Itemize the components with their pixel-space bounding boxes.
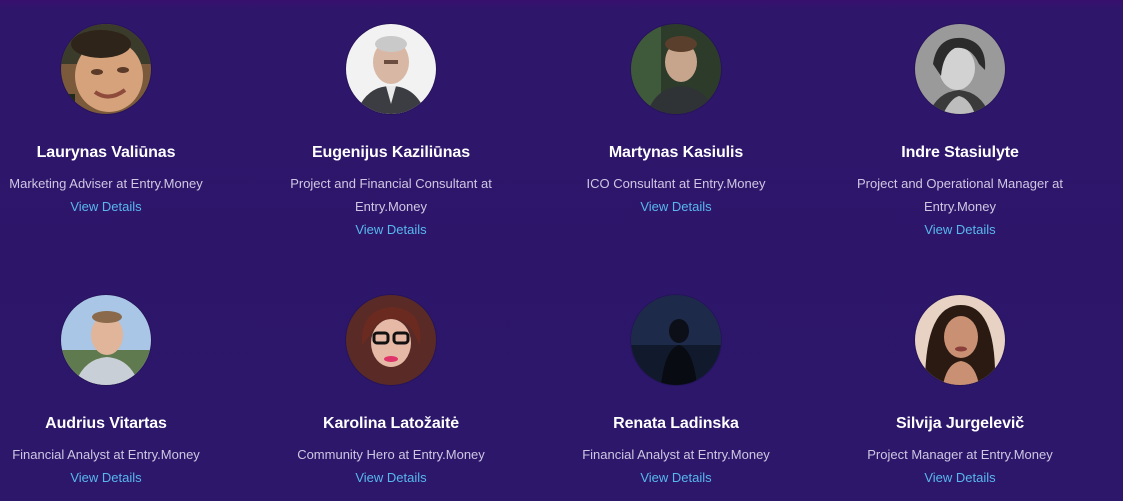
member-name: Silvija Jurgelevič xyxy=(895,415,1025,432)
member-name: Audrius Vitartas xyxy=(45,415,167,432)
team-member-card: Karolina Latožaitė Community Hero at Ent… xyxy=(251,295,531,489)
member-role: ICO Consultant at Entry.Money xyxy=(586,176,766,191)
member-role: Financial Analyst at Entry.Money xyxy=(582,447,770,462)
team-section: Laurynas Valiūnas Marketing Adviser at E… xyxy=(0,0,1123,501)
view-details-link[interactable]: View Details xyxy=(640,195,711,218)
avatar xyxy=(631,295,721,385)
avatar xyxy=(61,24,151,114)
member-role: Project and Operational Manager at Entry… xyxy=(857,176,1063,214)
member-name: Eugenijus Kaziliūnas xyxy=(311,144,471,161)
team-member-card: Eugenijus Kaziliūnas Project and Financi… xyxy=(251,24,531,241)
view-details-link[interactable]: View Details xyxy=(924,466,995,489)
avatar xyxy=(915,24,1005,114)
view-details-link[interactable]: View Details xyxy=(70,195,141,218)
avatar xyxy=(915,295,1005,385)
view-details-link[interactable]: View Details xyxy=(70,466,141,489)
team-member-card: Martynas Kasiulis ICO Consultant at Entr… xyxy=(536,24,816,218)
avatar xyxy=(346,24,436,114)
member-role: Project and Financial Consultant at Entr… xyxy=(290,176,492,214)
team-member-card: Audrius Vitartas Financial Analyst at En… xyxy=(0,295,246,489)
team-member-card: Renata Ladinska Financial Analyst at Ent… xyxy=(536,295,816,489)
avatar xyxy=(61,295,151,385)
member-role: Marketing Adviser at Entry.Money xyxy=(9,176,203,191)
team-member-card: Indre Stasiulyte Project and Operational… xyxy=(820,24,1100,241)
view-details-link[interactable]: View Details xyxy=(924,218,995,241)
view-details-link[interactable]: View Details xyxy=(355,466,426,489)
member-name: Karolina Latožaitė xyxy=(322,415,459,432)
member-name: Martynas Kasiulis xyxy=(608,144,744,161)
member-name: Laurynas Valiūnas xyxy=(36,144,176,161)
member-role: Financial Analyst at Entry.Money xyxy=(12,447,200,462)
view-details-link[interactable]: View Details xyxy=(640,466,711,489)
member-role: Project Manager at Entry.Money xyxy=(867,447,1053,462)
member-name: Renata Ladinska xyxy=(613,415,739,432)
member-name: Indre Stasiulyte xyxy=(901,144,1019,161)
team-member-card: Laurynas Valiūnas Marketing Adviser at E… xyxy=(0,24,246,218)
avatar xyxy=(631,24,721,114)
view-details-link[interactable]: View Details xyxy=(355,218,426,241)
avatar xyxy=(346,295,436,385)
team-member-card: Silvija Jurgelevič Project Manager at En… xyxy=(820,295,1100,489)
member-role: Community Hero at Entry.Money xyxy=(297,447,485,462)
